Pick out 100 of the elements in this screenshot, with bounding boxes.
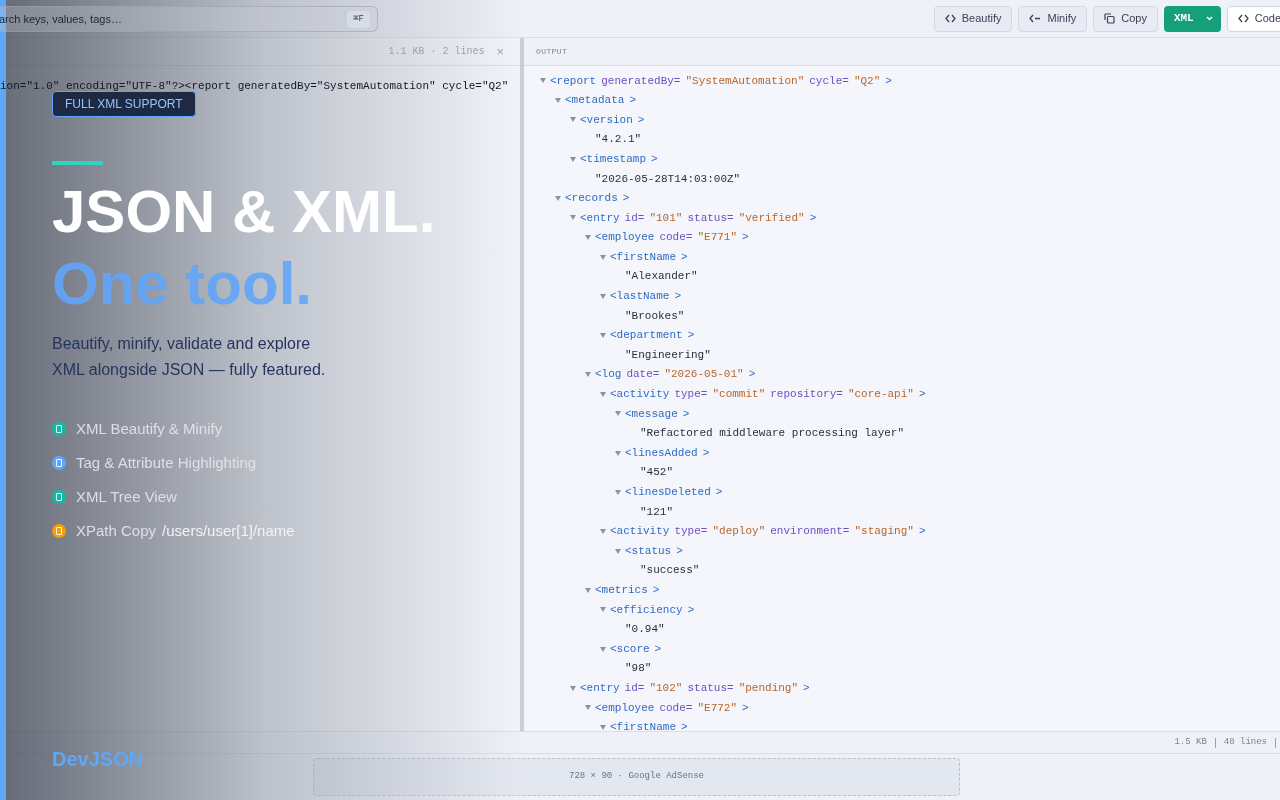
caret-icon[interactable] xyxy=(555,195,561,201)
caret-icon[interactable] xyxy=(585,705,591,711)
attribute-value: "deploy" xyxy=(712,524,766,540)
xml-tag: <efficiency xyxy=(610,601,683,619)
attribute-value: "102" xyxy=(649,680,683,696)
caret-icon[interactable] xyxy=(585,587,591,593)
hero-subtitle: One tool. xyxy=(52,251,312,317)
panel-title: OUTPUT xyxy=(536,45,568,58)
xml-tag: <metrics xyxy=(595,582,648,599)
text-value: "98" xyxy=(625,661,652,677)
tag-bracket: > xyxy=(687,328,695,344)
text-value: "4.2.1" xyxy=(595,132,642,148)
xml-tag: <activity xyxy=(610,386,670,403)
xml-tag: <message xyxy=(625,405,678,423)
text-value: "0.94" xyxy=(625,622,665,638)
caret-icon[interactable] xyxy=(615,548,621,554)
caret-icon[interactable] xyxy=(600,646,606,652)
tag-bracket: > xyxy=(918,524,926,540)
tag-bracket: > xyxy=(742,700,749,716)
tag-bracket: > xyxy=(748,367,756,383)
file-info: 1.1 KB · 2 lines xyxy=(388,45,485,59)
attribute-name: generatedBy= xyxy=(601,73,681,89)
attribute-value: "pending" xyxy=(738,680,799,696)
xml-tag: <employee xyxy=(595,229,655,246)
hero-description: Beautify, minify, validate and explore XML alongside JSON — fully featured. xyxy=(52,334,327,380)
tag-bracket: > xyxy=(674,289,682,305)
xml-tag: <firstName xyxy=(610,719,676,731)
caret-icon[interactable] xyxy=(555,97,561,103)
xml-tag: <activity xyxy=(610,523,670,540)
attribute-name: repository= xyxy=(770,387,843,403)
size-info: 1.5 KB xyxy=(1173,735,1208,749)
xml-tag: <entry xyxy=(580,679,620,697)
caret-icon[interactable] xyxy=(570,117,576,123)
attribute-value: "SystemAutomation" xyxy=(685,73,805,89)
attribute-value: "staging" xyxy=(854,524,914,540)
attribute-name: environment= xyxy=(770,524,850,540)
arrow-left-icon xyxy=(1029,14,1042,23)
code-icon xyxy=(944,14,956,23)
code-icon xyxy=(1237,14,1249,23)
attribute-name: type= xyxy=(674,524,708,540)
xml-tag: <records xyxy=(565,190,618,207)
toolbar-button[interactable]: Minify xyxy=(1018,5,1088,32)
xml-tag: <version xyxy=(580,111,633,129)
xml-tag: <linesDeleted xyxy=(625,484,711,501)
caret-icon[interactable] xyxy=(600,528,606,534)
attribute-value: "E772" xyxy=(697,700,738,716)
caret-icon[interactable] xyxy=(615,450,621,456)
tag-bracket: > xyxy=(629,93,637,109)
attribute-name: status= xyxy=(687,680,734,696)
attribute-name: status= xyxy=(687,210,734,226)
attribute-name: code= xyxy=(659,230,693,246)
caret-icon[interactable] xyxy=(570,156,576,162)
text-value: "Brookes" xyxy=(625,308,685,324)
brand-logo: DevJSON xyxy=(52,747,144,772)
attribute-name: id= xyxy=(624,210,645,226)
caret-icon[interactable] xyxy=(540,78,546,84)
xml-tag: <metadata xyxy=(565,92,625,109)
text-value: "121" xyxy=(640,504,673,520)
caret-icon[interactable] xyxy=(600,391,606,397)
xml-tag: <status xyxy=(625,542,672,560)
tag-bracket: > xyxy=(651,151,658,167)
toolbar-button[interactable]: Code xyxy=(1226,5,1280,32)
caret-icon[interactable] xyxy=(570,215,576,221)
tag-bracket: > xyxy=(803,680,810,696)
tag-bracket: > xyxy=(676,543,683,559)
caret-icon xyxy=(1205,16,1213,21)
text-value: "452" xyxy=(640,465,673,481)
text-value: "success" xyxy=(640,563,700,579)
tag-bracket: > xyxy=(809,210,817,226)
xml-tag: <score xyxy=(610,640,650,658)
attribute-value: "E771" xyxy=(697,230,738,246)
attribute-name: id= xyxy=(624,680,645,696)
text-value: "Alexander" xyxy=(625,269,698,285)
feature-label: XPath Copy xyxy=(76,520,157,541)
caret-icon[interactable] xyxy=(585,235,591,241)
tag-bracket: > xyxy=(715,485,723,500)
xml-tag: <department xyxy=(610,327,683,344)
caret-icon[interactable] xyxy=(600,293,606,299)
toolbar-button[interactable]: Copy xyxy=(1093,5,1158,32)
caret-icon[interactable] xyxy=(585,372,591,378)
caret-icon[interactable] xyxy=(570,685,576,691)
copy-icon xyxy=(1104,13,1116,24)
xml-tag: <firstName xyxy=(610,248,676,266)
tag-bracket: > xyxy=(918,387,926,403)
caret-icon[interactable] xyxy=(600,607,606,613)
tag-bracket: > xyxy=(742,230,749,246)
xml-tag: <entry xyxy=(580,209,620,227)
xpath-example: /users/user[1]/name xyxy=(162,520,295,541)
caret-icon[interactable] xyxy=(615,411,621,417)
xml-tag: <employee xyxy=(595,699,655,717)
tag-bracket: > xyxy=(637,112,645,128)
caret-icon[interactable] xyxy=(600,333,606,338)
caret-icon[interactable] xyxy=(615,489,621,495)
attribute-name: type= xyxy=(674,387,708,403)
toolbar-button[interactable]: Beautify xyxy=(933,5,1013,32)
feature-label: XML Tree View xyxy=(76,486,177,507)
tag-bracket: > xyxy=(702,445,710,461)
caret-icon[interactable] xyxy=(600,254,606,260)
tag-bracket: > xyxy=(681,720,688,731)
hero-title: JSON & XML. xyxy=(52,179,436,245)
